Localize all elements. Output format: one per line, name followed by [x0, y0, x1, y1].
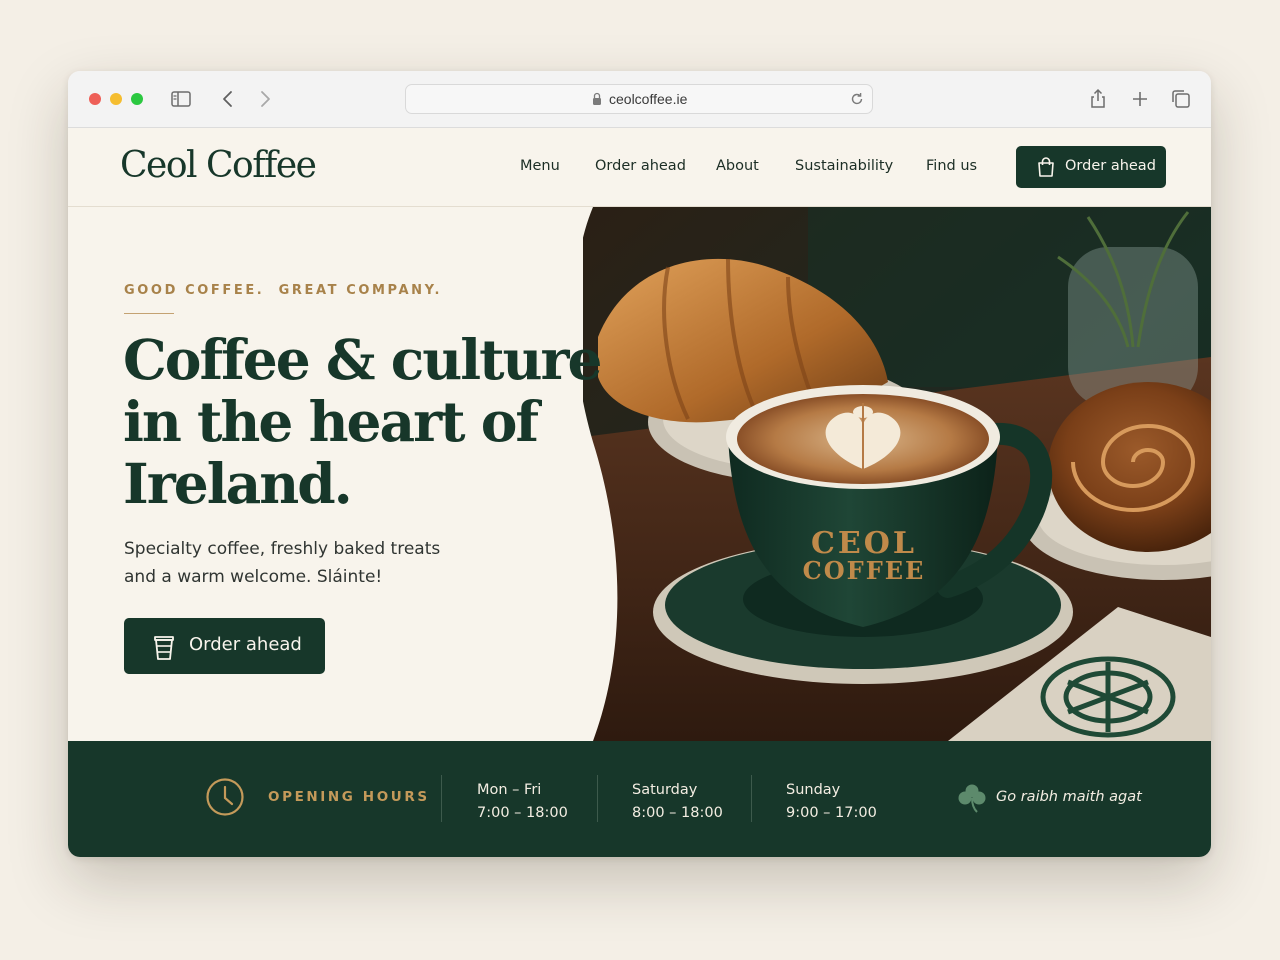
close-window-button[interactable] [89, 93, 101, 105]
slot-time: 8:00 – 18:00 [632, 805, 723, 821]
slot-day: Mon – Fri [477, 782, 542, 798]
browser-toolbar: ceolcoffee.ie [68, 71, 1211, 128]
divider [441, 775, 442, 822]
thanks-message: Go raibh maith agat [996, 789, 1142, 805]
tabs-overview-icon[interactable] [1170, 88, 1192, 110]
site-logo[interactable]: Ceol Coffee [120, 145, 317, 186]
subtext-line: Specialty coffee, freshly baked treats [124, 539, 441, 559]
nav-order-ahead[interactable]: Order ahead [595, 158, 686, 174]
site-header: Ceol Coffee Menu Order ahead About Susta… [68, 128, 1211, 207]
slot-time: 7:00 – 18:00 [477, 805, 568, 821]
share-icon[interactable] [1087, 88, 1109, 110]
nav-sustainability[interactable]: Sustainability [795, 158, 893, 174]
slot-time: 9:00 – 17:00 [786, 805, 877, 821]
headline-line: in the heart of [123, 389, 539, 454]
subtext-line: and a warm welcome. Sláinte! [124, 567, 383, 587]
nav-menu[interactable]: Menu [520, 158, 560, 174]
nav-find-us[interactable]: Find us [926, 158, 977, 174]
back-icon[interactable] [217, 88, 239, 110]
minimize-window-button[interactable] [110, 93, 122, 105]
divider [597, 775, 598, 822]
hero-order-ahead-button[interactable]: Order ahead [124, 618, 325, 674]
lock-icon [593, 92, 601, 105]
divider [751, 775, 752, 822]
hero-eyebrow: GOOD COFFEE. GREAT COMPANY. [124, 283, 443, 298]
headline-line: Coffee & culture [123, 327, 602, 392]
hero-headline: Coffee & culture in the heart of Ireland… [123, 329, 613, 515]
hours-slot-sunday: Sunday 9:00 – 17:00 [786, 779, 877, 825]
header-order-ahead-button[interactable]: Order ahead [1016, 146, 1166, 188]
coffee-cup-icon [154, 636, 174, 660]
forward-icon[interactable] [254, 88, 276, 110]
zoom-window-button[interactable] [131, 93, 143, 105]
address-bar[interactable]: ceolcoffee.ie [405, 84, 873, 114]
hours-slot-weekdays: Mon – Fri 7:00 – 18:00 [477, 779, 568, 825]
opening-hours-bar: OPENING HOURS Mon – Fri 7:00 – 18:00 Sat… [68, 741, 1211, 857]
slot-day: Sunday [786, 782, 841, 798]
cup-lettering-coffee: COFFEE [803, 556, 926, 585]
hero-subtext: Specialty coffee, freshly baked treats a… [124, 535, 464, 591]
hero-section: CEOL COFFEE GOOD COFFEE. GREAT COMPANY. … [68, 207, 1211, 741]
sidebar-icon[interactable] [170, 88, 192, 110]
eyebrow-divider [124, 313, 174, 314]
headline-line: Ireland. [123, 451, 353, 516]
reload-icon[interactable] [849, 91, 865, 107]
url-text: ceolcoffee.ie [609, 91, 688, 107]
header-cta-label: Order ahead [1065, 158, 1156, 174]
shopping-bag-icon [1038, 157, 1054, 177]
clock-icon [206, 778, 244, 816]
opening-hours-title: OPENING HOURS [268, 789, 430, 805]
shamrock-icon [958, 784, 986, 813]
nav-about[interactable]: About [716, 158, 759, 174]
hours-slot-saturday: Saturday 8:00 – 18:00 [632, 779, 723, 825]
slot-day: Saturday [632, 782, 698, 798]
new-tab-icon[interactable] [1129, 88, 1151, 110]
browser-window: ceolcoffee.ie Ceol Coffee Menu Order ahe… [68, 71, 1211, 857]
hero-cta-label: Order ahead [189, 634, 302, 655]
